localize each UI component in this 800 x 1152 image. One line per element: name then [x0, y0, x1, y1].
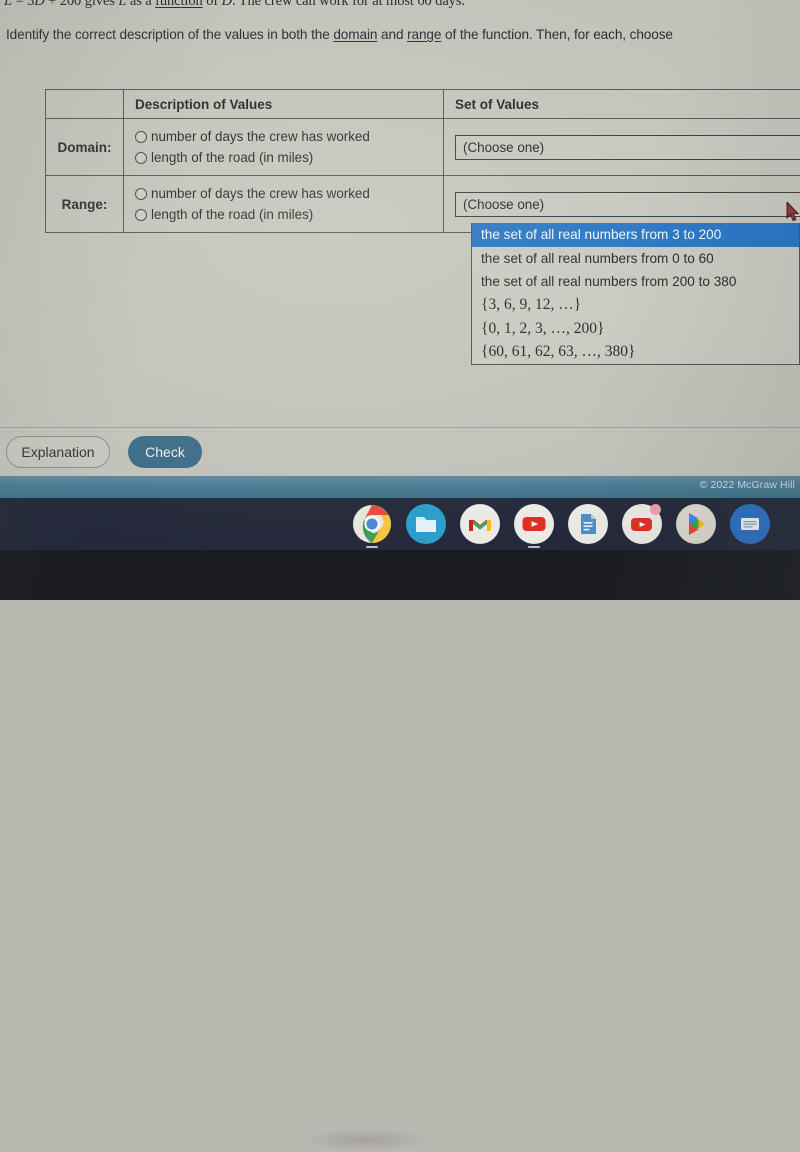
- stmt-text-b: and: [377, 27, 407, 42]
- row-label-domain: Domain:: [46, 119, 124, 176]
- table-row-domain: Domain: number of days the crew has work…: [46, 119, 800, 176]
- range-radio-option-1[interactable]: number of days the crew has worked: [135, 183, 443, 204]
- domain-radio-option-2[interactable]: length of the road (in miles): [135, 147, 443, 168]
- range-radio-option-2[interactable]: length of the road (in miles): [135, 204, 443, 225]
- dropdown-option-6[interactable]: {60, 61, 62, 63, …, 380}: [472, 341, 799, 365]
- domain-option-2-label: length of the road (in miles): [151, 150, 313, 165]
- action-button-bar: Explanation Check: [0, 432, 800, 476]
- range-select[interactable]: (Choose one): [455, 192, 800, 217]
- shelf-item-chrome[interactable]: [352, 504, 392, 544]
- domain-description-cell: number of days the crew has worked lengt…: [124, 119, 444, 176]
- footer-bar: © 2022 McGraw Hill: [0, 476, 800, 498]
- range-link[interactable]: range: [407, 27, 441, 42]
- header-description-of-values: Description of Values: [124, 90, 444, 119]
- taskbar-shelf: [0, 498, 800, 550]
- copyright-text: © 2022 McGraw Hill: [700, 479, 795, 491]
- dropdown-option-5[interactable]: {0, 1, 2, 3, …, 200}: [472, 317, 799, 341]
- radio-button-icon[interactable]: [135, 209, 147, 221]
- domain-radio-option-1[interactable]: number of days the crew has worked: [135, 126, 443, 147]
- range-option-1-label: number of days the crew has worked: [151, 186, 370, 201]
- answer-table: Description of Values Set of Values Doma…: [45, 89, 800, 233]
- problem-statement-line-1: L = 3D + 200 gives L as a function of D.…: [4, 0, 465, 10]
- stmt-text-c: of the function. Then, for each, choose: [441, 27, 673, 42]
- range-description-cell: number of days the crew has worked lengt…: [124, 176, 444, 233]
- notification-badge-icon: [650, 504, 661, 515]
- desk-surface: [0, 550, 800, 600]
- youtube-active-indicator: [528, 546, 540, 549]
- explanation-button[interactable]: Explanation: [6, 436, 110, 468]
- shelf-item-google-docs[interactable]: [568, 504, 608, 544]
- files-icon[interactable]: [406, 504, 446, 544]
- chrome-icon[interactable]: [352, 504, 392, 544]
- google-docs-icon[interactable]: [568, 504, 608, 544]
- youtube-icon[interactable]: [514, 504, 554, 544]
- content-divider: [0, 427, 800, 428]
- shelf-item-files[interactable]: [406, 504, 446, 544]
- header-blank-cell: [46, 90, 124, 119]
- browser-page-content: L = 3D + 200 gives L as a function of D.…: [0, 0, 800, 476]
- domain-select-value: (Choose one): [463, 140, 544, 155]
- dropdown-option-1[interactable]: the set of all real numbers from 3 to 20…: [472, 223, 799, 247]
- table-header-row: Description of Values Set of Values: [46, 90, 800, 119]
- play-store-icon[interactable]: [676, 504, 716, 544]
- shelf-item-messages[interactable]: [730, 504, 770, 544]
- radio-button-icon[interactable]: [135, 188, 147, 200]
- chrome-active-indicator: [366, 546, 378, 549]
- shelf-item-gmail[interactable]: [460, 504, 500, 544]
- radio-button-icon[interactable]: [135, 152, 147, 164]
- range-select-value: (Choose one): [463, 197, 544, 212]
- shelf-item-youtube[interactable]: [514, 504, 554, 544]
- shelf-icon-group: [352, 504, 770, 544]
- messages-icon[interactable]: [730, 504, 770, 544]
- domain-link[interactable]: domain: [333, 27, 377, 42]
- dropdown-option-2[interactable]: the set of all real numbers from 0 to 60: [472, 247, 799, 271]
- check-button[interactable]: Check: [128, 436, 202, 468]
- domain-select[interactable]: (Choose one) ▼: [455, 135, 800, 160]
- function-link[interactable]: function: [155, 0, 203, 9]
- shelf-item-play-store[interactable]: [676, 504, 716, 544]
- radio-button-icon[interactable]: [135, 131, 147, 143]
- range-option-2-label: length of the road (in miles): [151, 207, 313, 222]
- domain-set-cell: (Choose one) ▼: [444, 119, 800, 176]
- range-dropdown-list[interactable]: the set of all real numbers from 3 to 20…: [471, 223, 800, 365]
- dropdown-option-4[interactable]: {3, 6, 9, 12, …}: [472, 294, 799, 318]
- header-set-of-values: Set of Values: [444, 90, 800, 119]
- stmt-text-a: Identify the correct description of the …: [6, 27, 333, 42]
- desk-reflection: [300, 1128, 430, 1152]
- shelf-item-youtube-kids[interactable]: [622, 504, 662, 544]
- domain-option-1-label: number of days the crew has worked: [151, 129, 370, 144]
- gmail-icon[interactable]: [460, 504, 500, 544]
- dropdown-option-3[interactable]: the set of all real numbers from 200 to …: [472, 270, 799, 294]
- problem-statement-line-2: Identify the correct description of the …: [6, 27, 673, 42]
- row-label-range: Range:: [46, 176, 124, 233]
